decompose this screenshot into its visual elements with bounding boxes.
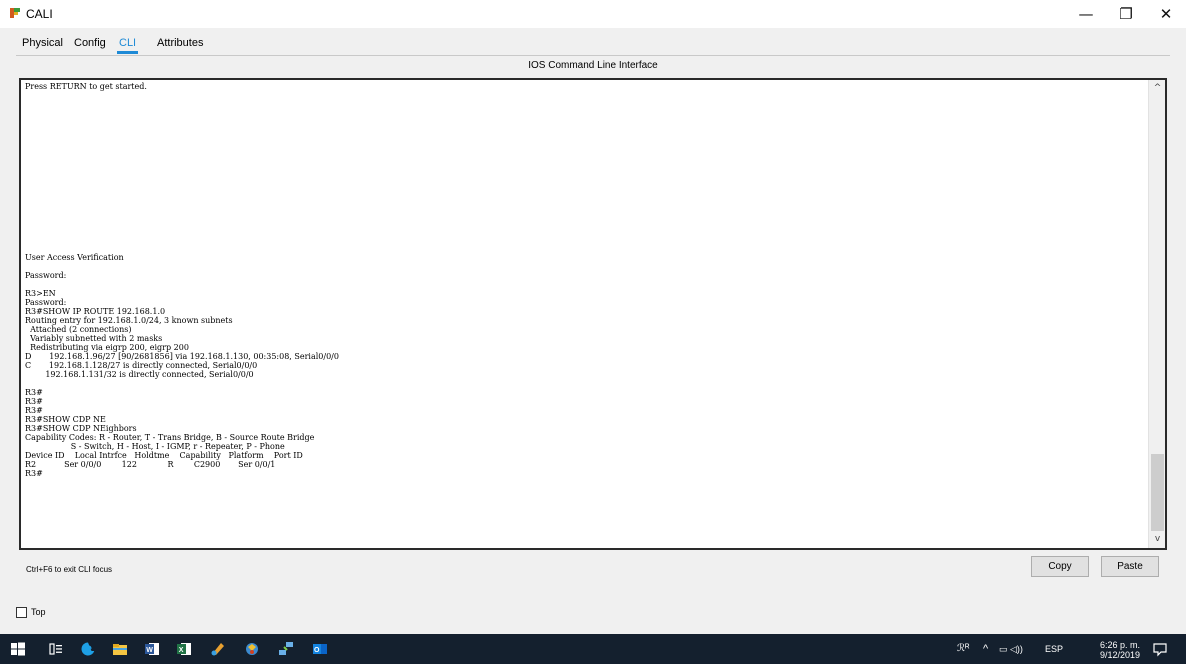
- scroll-thumb[interactable]: [1151, 454, 1164, 531]
- paint-icon[interactable]: [210, 641, 226, 657]
- word-icon[interactable]: W: [144, 641, 160, 657]
- clock-time: 6:26 p. m.: [1100, 640, 1141, 650]
- tab-physical[interactable]: Physical: [16, 34, 69, 56]
- clock-date: 9/12/2019: [1100, 650, 1141, 660]
- people-icon[interactable]: ℛᴿ: [957, 643, 970, 654]
- show-hidden-icons[interactable]: ^: [983, 643, 988, 655]
- minimize-button[interactable]: —: [1066, 0, 1106, 28]
- window-title: CALI: [26, 7, 53, 21]
- copy-button[interactable]: Copy: [1031, 556, 1089, 577]
- notifications-icon[interactable]: [1152, 641, 1168, 657]
- excel-icon[interactable]: X: [176, 641, 192, 657]
- console-scrollbar[interactable]: ^ v: [1148, 80, 1165, 548]
- windows-start-icon[interactable]: [10, 641, 26, 657]
- file-explorer-icon[interactable]: [112, 641, 128, 657]
- language-indicator[interactable]: ESP: [1045, 644, 1063, 654]
- top-checkbox-label: Top: [31, 607, 46, 617]
- close-button[interactable]: ✕: [1146, 0, 1186, 28]
- console-output[interactable]: Press RETURN to get started. User Access…: [25, 82, 1145, 548]
- app-icon: [10, 8, 20, 18]
- outlook-icon[interactable]: O: [312, 641, 328, 657]
- tray-status-icons[interactable]: ▭ ◁)): [999, 644, 1023, 655]
- maximize-button[interactable]: ❐: [1106, 0, 1146, 28]
- top-checkbox[interactable]: [16, 607, 27, 618]
- cli-console[interactable]: Press RETURN to get started. User Access…: [19, 78, 1167, 550]
- tab-attributes[interactable]: Attributes: [151, 34, 209, 56]
- title-bar: CALI — ❐ ✕: [0, 0, 1186, 28]
- chevron-down-icon[interactable]: v: [1149, 531, 1166, 548]
- cli-panel: IOS Command Line Interface Press RETURN …: [16, 56, 1170, 604]
- svg-text:X: X: [179, 647, 184, 654]
- task-view-icon[interactable]: [48, 641, 64, 657]
- svg-text:W: W: [146, 647, 153, 654]
- edge-browser-icon[interactable]: [80, 641, 96, 657]
- taskbar: W X O ℛᴿ ^ ▭ ◁)) ESP 6:26 p. m. 9/12/201…: [0, 634, 1186, 664]
- tab-config[interactable]: Config: [68, 34, 112, 56]
- cli-header: IOS Command Line Interface: [528, 60, 658, 71]
- paste-button[interactable]: Paste: [1101, 556, 1159, 577]
- taskbar-clock[interactable]: 6:26 p. m. 9/12/2019: [1100, 640, 1140, 660]
- tab-cli[interactable]: CLI: [113, 34, 142, 56]
- chevron-up-icon[interactable]: ^: [1149, 80, 1166, 97]
- exit-focus-hint: Ctrl+F6 to exit CLI focus: [26, 565, 113, 574]
- svg-text:O: O: [314, 647, 320, 654]
- packet-tracer-icon[interactable]: [244, 641, 260, 657]
- network-share-icon[interactable]: [278, 641, 294, 657]
